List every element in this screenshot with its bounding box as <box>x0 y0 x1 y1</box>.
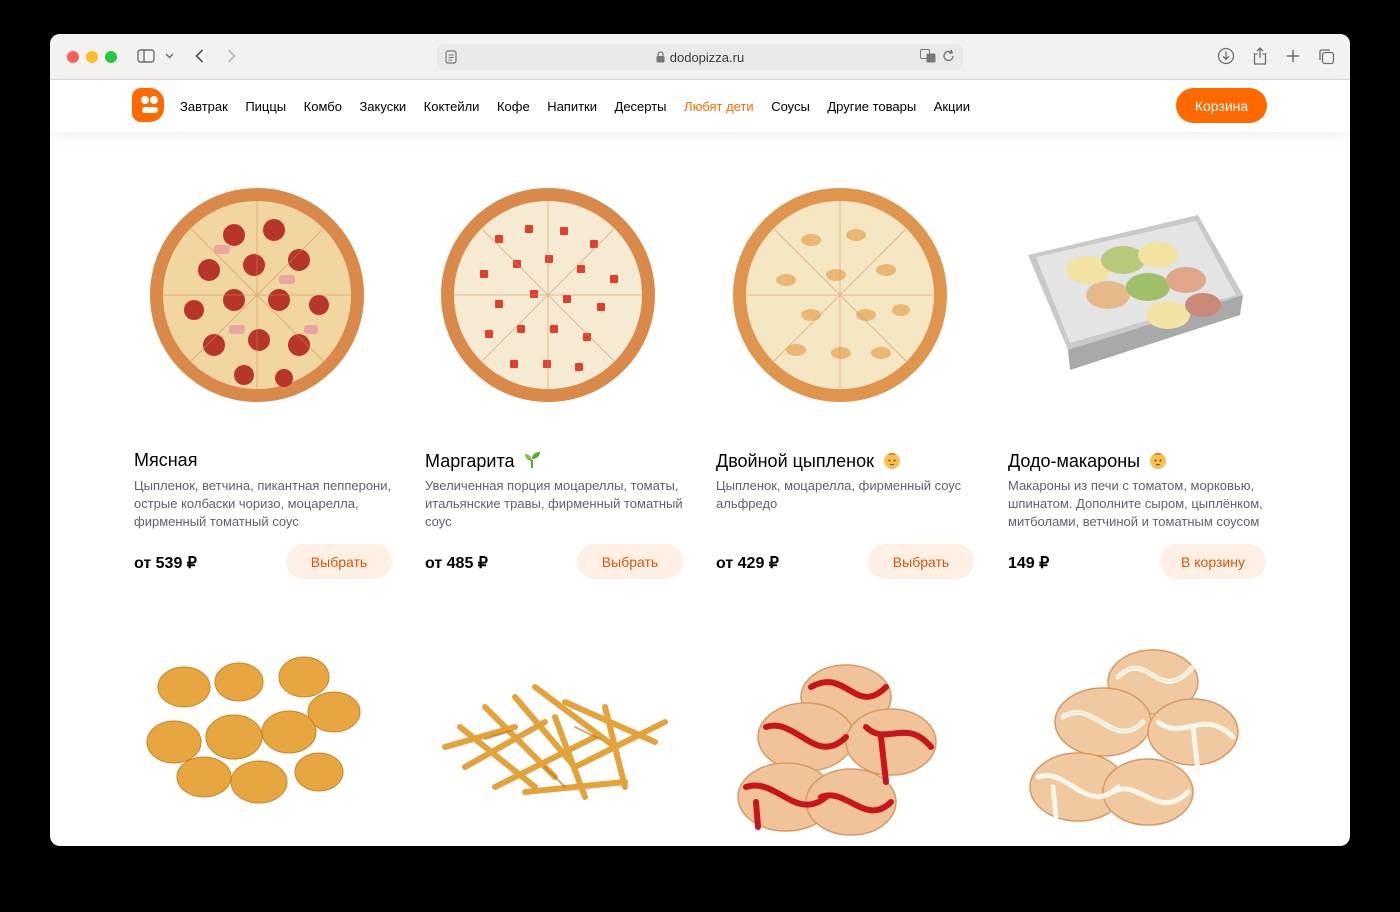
browser-toolbar: dodopizza.ru <box>50 34 1350 80</box>
share-icon[interactable] <box>1250 45 1270 67</box>
syrniki-jam-image[interactable] <box>716 627 976 846</box>
nav-item-combo[interactable]: Комбо <box>304 99 342 114</box>
sidebar-toggle-icon[interactable] <box>136 45 156 67</box>
product-card: Мясная Цыпленок, ветчина, пикантная пепп… <box>134 175 394 595</box>
syrniki-condensed-milk-image[interactable] <box>1008 627 1268 846</box>
back-icon[interactable] <box>191 45 207 67</box>
address-bar[interactable]: dodopizza.ru <box>437 44 963 70</box>
product-name: Маргарита <box>425 450 543 472</box>
product-price: от 539 ₽ <box>134 555 197 572</box>
product-card: Двойной цыпленок Цыпленок, моцарелла, фи… <box>716 175 976 595</box>
product-name: Мясная <box>134 450 198 470</box>
dodo-logo-icon[interactable] <box>132 88 164 122</box>
translate-icon[interactable] <box>920 49 936 66</box>
baby-icon <box>1150 452 1167 469</box>
nav-item-promotions[interactable]: Акции <box>934 99 970 114</box>
product-description: Цыпленок, моцарелла, фирменный соус альф… <box>716 478 962 511</box>
close-window-button[interactable] <box>67 51 79 63</box>
pizza-margherita-image[interactable] <box>425 175 685 415</box>
nav-item-kids-love[interactable]: Любят дети <box>684 99 754 114</box>
product-price: от 429 ₽ <box>716 555 779 572</box>
nav-item-breakfast[interactable]: Завтрак <box>180 99 228 114</box>
select-button[interactable]: Выбрать <box>868 544 974 579</box>
product-description: Увеличенная порция моцареллы, томаты, ит… <box>425 478 683 529</box>
nav-item-coffee[interactable]: Кофе <box>497 99 530 114</box>
add-to-cart-button[interactable]: В корзину <box>1160 544 1266 579</box>
nav-item-cocktails[interactable]: Коктейли <box>424 99 480 114</box>
browser-window: dodopizza.ru Завтрак Пиццы Комбо Закуски… <box>50 34 1350 846</box>
product-name: Додо-макароны <box>1008 450 1168 472</box>
cart-button[interactable]: Корзина <box>1176 88 1267 123</box>
product-name: Двойной цыпленок <box>716 450 902 472</box>
baby-icon <box>883 452 900 469</box>
fries-image[interactable] <box>425 627 685 846</box>
tab-overview-icon[interactable] <box>1316 45 1336 67</box>
product-grid: Мясная Цыпленок, ветчина, пикантная пепп… <box>50 132 1350 846</box>
nav-item-pizzas[interactable]: Пиццы <box>245 99 286 114</box>
product-description: Цыпленок, ветчина, пикантная пепперони, … <box>134 478 392 529</box>
select-button[interactable]: Выбрать <box>577 544 683 579</box>
product-card: Маргарита Увеличенная порция моцареллы, … <box>425 175 685 595</box>
product-card: Додо-макароны Макароны из печи с томатом… <box>1008 175 1268 595</box>
minimize-window-button[interactable] <box>86 51 98 63</box>
site-header: Завтрак Пиццы Комбо Закуски Коктейли Коф… <box>50 80 1350 132</box>
nuggets-image[interactable] <box>134 627 394 846</box>
nav-item-snacks[interactable]: Закуски <box>359 99 406 114</box>
url-text: dodopizza.ru <box>669 49 745 65</box>
chevron-down-icon[interactable] <box>162 45 176 67</box>
product-description: Макароны из печи с томатом, морковью, шп… <box>1008 478 1263 529</box>
lock-icon <box>656 51 665 63</box>
select-button[interactable]: Выбрать <box>286 544 392 579</box>
product-price: 149 ₽ <box>1008 555 1050 572</box>
pizza-meat-image[interactable] <box>134 175 394 415</box>
category-nav: Завтрак Пиццы Комбо Закуски Коктейли Коф… <box>180 80 988 132</box>
forward-icon[interactable] <box>223 45 239 67</box>
new-tab-icon[interactable] <box>1283 45 1303 67</box>
pizza-chicken-image[interactable] <box>716 175 976 415</box>
page-menu-icon[interactable] <box>445 50 457 67</box>
nav-item-drinks[interactable]: Напитки <box>547 99 597 114</box>
downloads-icon[interactable] <box>1216 45 1236 67</box>
product-price: от 485 ₽ <box>425 555 488 572</box>
nav-item-desserts[interactable]: Десерты <box>615 99 667 114</box>
zoom-window-button[interactable] <box>105 51 117 63</box>
pasta-tray-image[interactable] <box>1008 175 1268 415</box>
nav-item-sauces[interactable]: Соусы <box>771 99 810 114</box>
sprout-icon <box>524 452 540 468</box>
reload-icon[interactable] <box>942 49 955 66</box>
nav-item-other-goods[interactable]: Другие товары <box>827 99 916 114</box>
